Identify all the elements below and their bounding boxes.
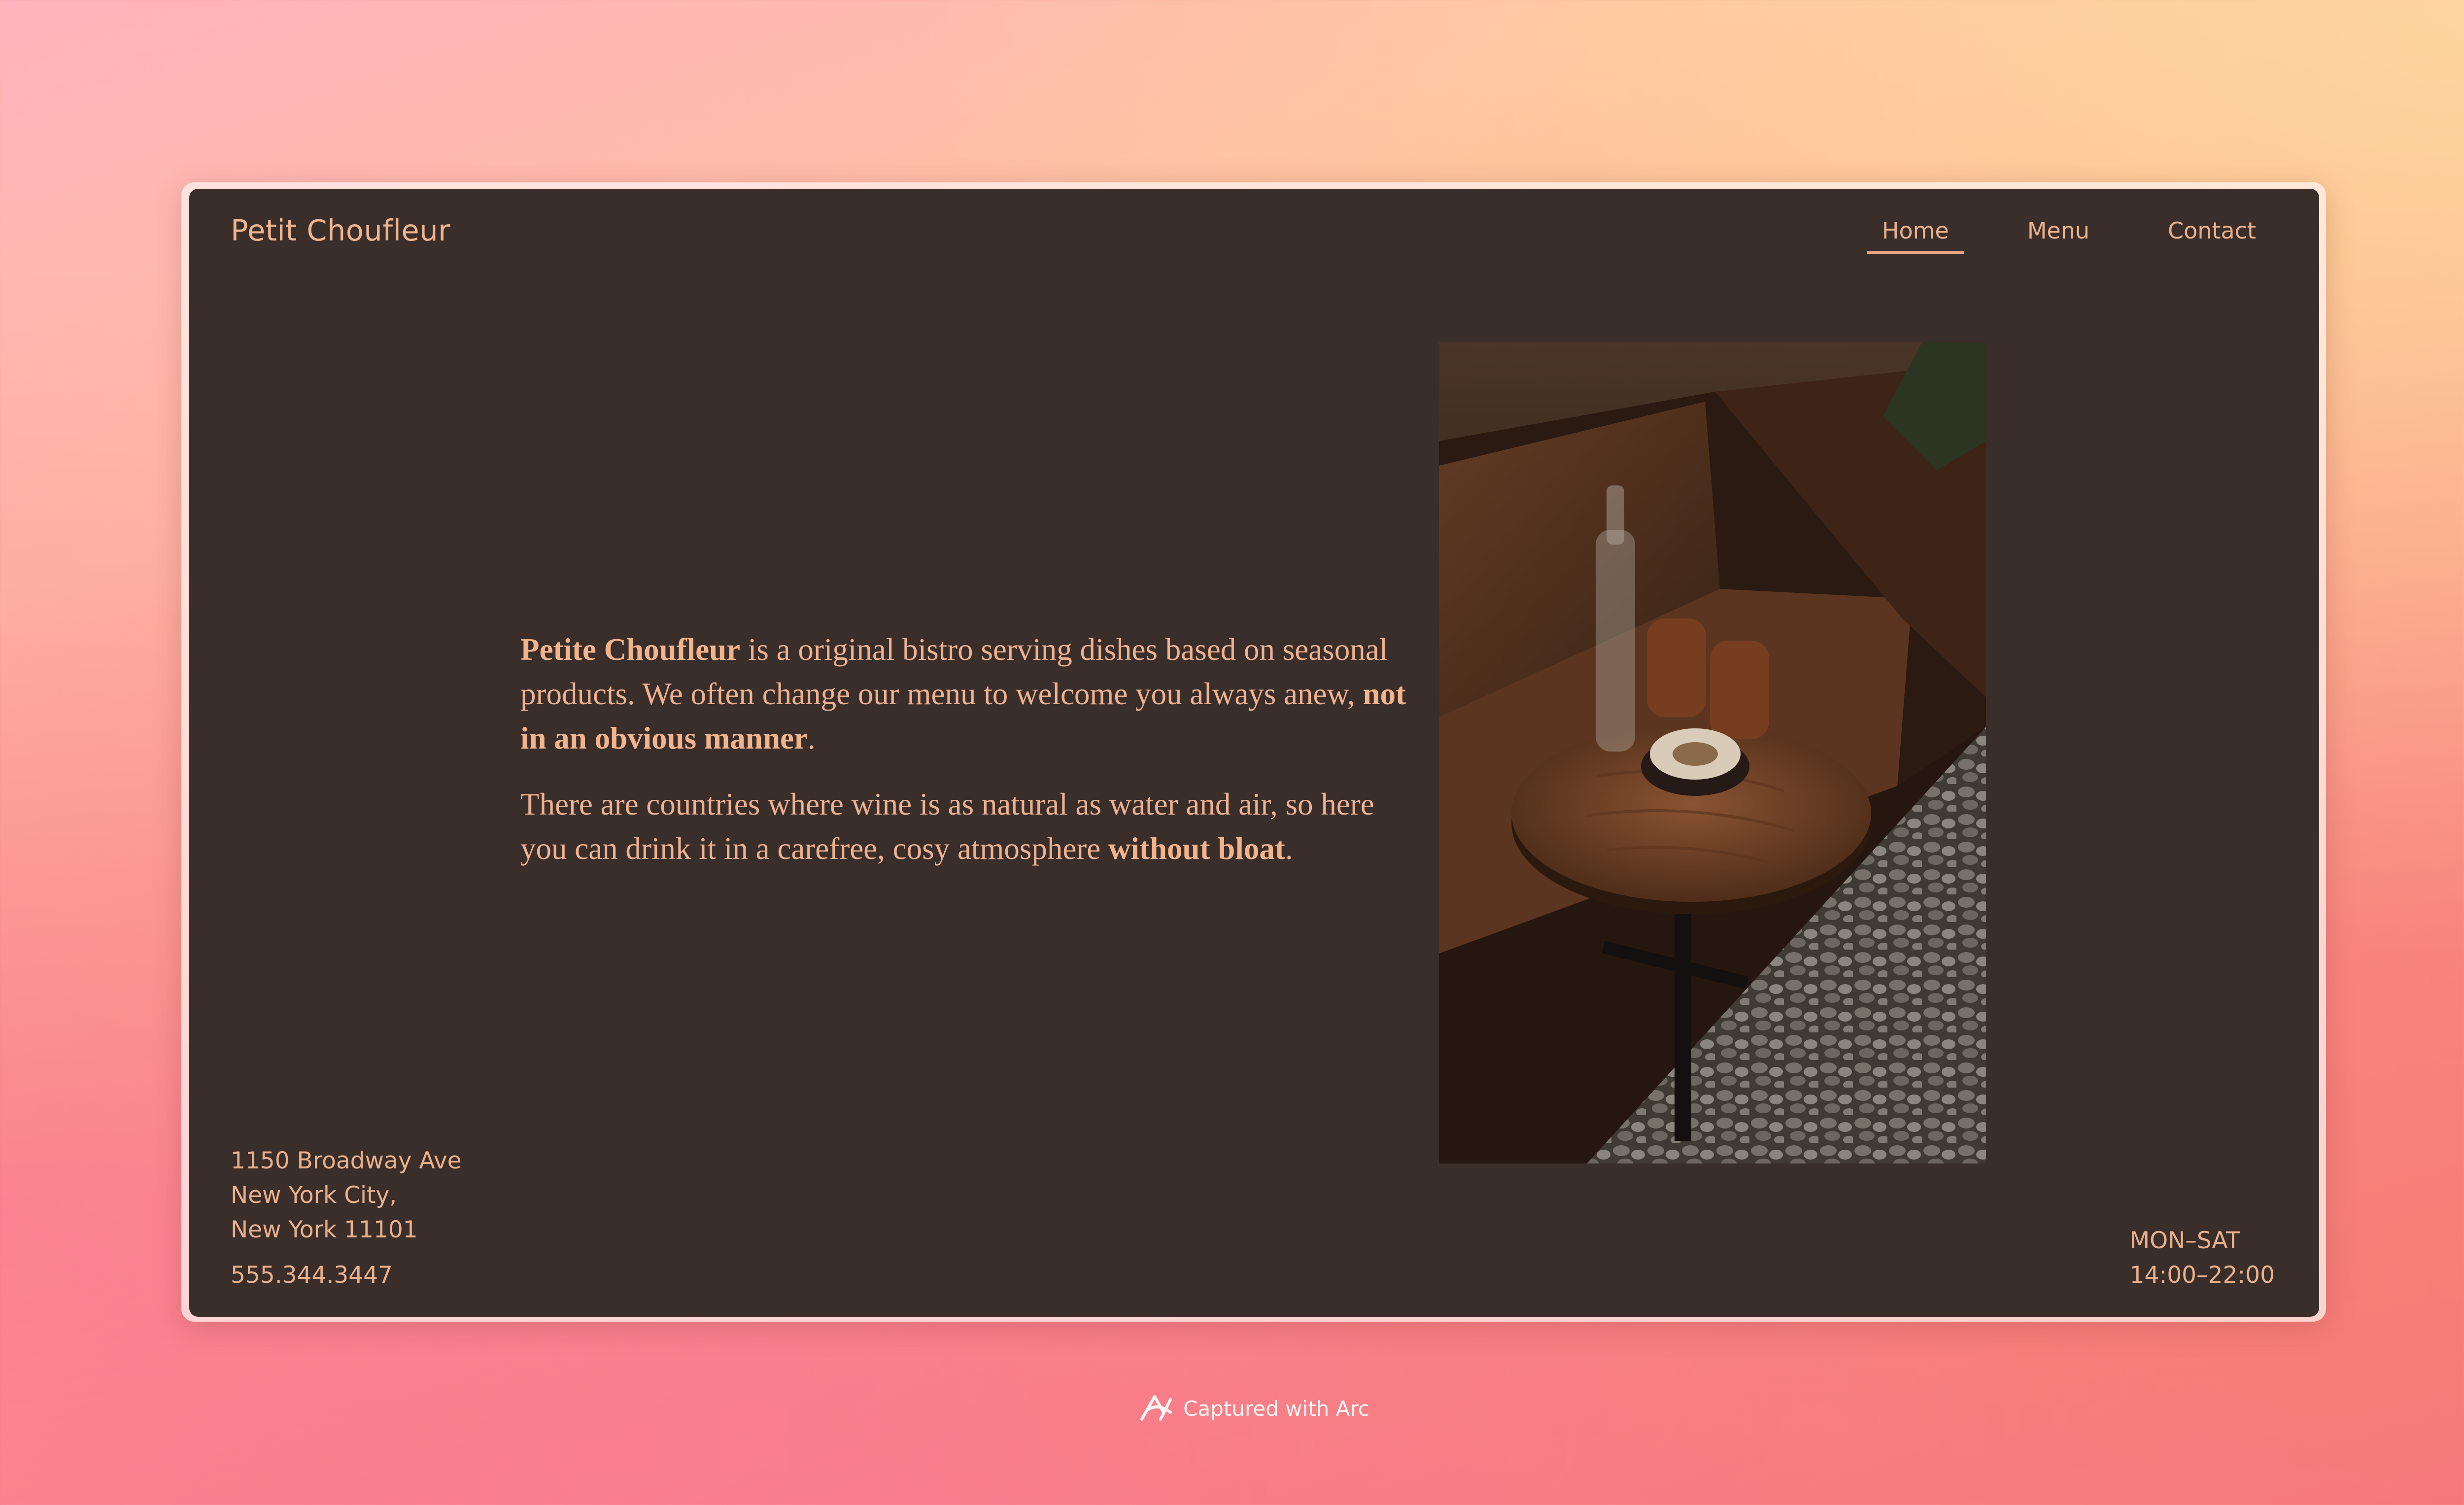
bistro-table-photo: [1439, 342, 1986, 1163]
nav-menu-link[interactable]: Menu: [2013, 217, 2104, 254]
address-block: 1150 Broadway Ave New York City, New Yor…: [231, 1144, 462, 1293]
main-nav: Home Menu Contact: [1867, 217, 2271, 254]
intro-paragraph-1: Petite Choufleur is a original bistro se…: [520, 627, 1407, 760]
intro-p2-emphasis: without bloat: [1108, 831, 1285, 866]
intro-p1-end: .: [807, 721, 816, 755]
intro-brand-name: Petite Choufleur: [520, 632, 741, 667]
opening-hours: MON–SAT 14:00–22:00: [2130, 1224, 2275, 1293]
intro-paragraph-2: There are countries where wine is as nat…: [520, 782, 1407, 871]
intro-text: Petite Choufleur is a original bistro se…: [520, 627, 1407, 892]
nav-home-link[interactable]: Home: [1867, 217, 1964, 254]
address-line-2: New York City,: [231, 1182, 397, 1209]
hours-days: MON–SAT: [2129, 1227, 2240, 1254]
photo-illustration: [1439, 342, 1986, 1163]
nav-contact-link[interactable]: Contact: [2153, 217, 2271, 254]
address-line-1: 1150 Broadway Ave: [231, 1147, 462, 1174]
website-window: Petit Choufleur Home Menu Contact Petite…: [189, 189, 2319, 1317]
site-logo-text[interactable]: Petit Choufleur: [231, 213, 450, 247]
phone-number[interactable]: 555.344.3447: [231, 1258, 462, 1293]
hours-time: 14:00–22:00: [2129, 1262, 2275, 1289]
caption-text: Captured with Arc: [1183, 1396, 1369, 1421]
arc-logo-icon: [1140, 1395, 1172, 1421]
address-line-3: New York 11101: [231, 1216, 418, 1243]
intro-p2-end: .: [1285, 831, 1293, 866]
arc-caption: Captured with Arc: [0, 1393, 2464, 1424]
